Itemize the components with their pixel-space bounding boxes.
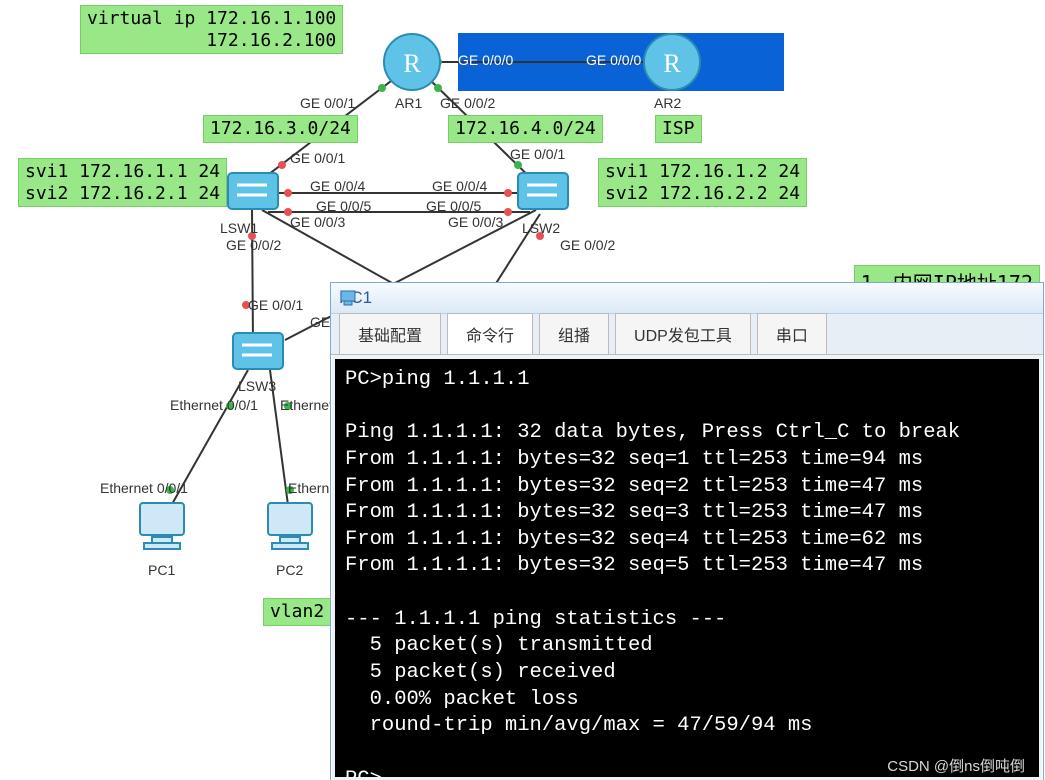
note-svi-right: svi1 172.16.1.2 24 svi2 172.16.2.2 24 xyxy=(598,158,807,207)
pc1-label: PC1 xyxy=(148,562,175,578)
note-virtual-ip: virtual ip 172.16.1.100 172.16.2.100 xyxy=(80,5,343,54)
pc2-label: PC2 xyxy=(276,562,303,578)
port-ar2-e000: GE 0/0/0 xyxy=(586,52,641,68)
port-lsw2-up: GE 0/0/1 xyxy=(510,146,565,162)
router-ar2-label: AR2 xyxy=(654,95,681,111)
pc1-terminal[interactable]: PC>ping 1.1.1.1 Ping 1.1.1.1: 32 data by… xyxy=(335,359,1039,777)
port-ar1-e000: GE 0/0/0 xyxy=(458,52,513,68)
app-icon xyxy=(339,289,357,307)
pc1-window[interactable]: PC1 基础配置 命令行 组播 UDP发包工具 串口 PC>ping 1.1.1… xyxy=(330,282,1044,780)
switch-lsw2-icon[interactable] xyxy=(515,170,571,216)
svg-text:R: R xyxy=(403,49,421,78)
port-lsw2-ge5: GE 0/0/5 xyxy=(426,198,481,214)
router-ar2-icon[interactable]: R xyxy=(640,30,704,94)
switch-lsw2-label: LSW2 xyxy=(522,220,560,236)
note-net-3: 172.16.3.0/24 xyxy=(203,115,358,143)
tab-basic[interactable]: 基础配置 xyxy=(339,313,441,354)
topology-canvas: virtual ip 172.16.1.100 172.16.2.100 172… xyxy=(0,0,1045,780)
note-net-4: 172.16.4.0/24 xyxy=(448,115,603,143)
port-lsw1-up: GE 0/0/1 xyxy=(290,150,345,166)
port-pc2-e: Ethern xyxy=(288,480,329,496)
switch-lsw1-icon[interactable] xyxy=(225,170,281,216)
switch-lsw3-label: LSW3 xyxy=(238,378,276,394)
port-lsw3-ge1: GE 0/0/1 xyxy=(248,297,303,313)
tab-serial[interactable]: 串口 xyxy=(757,313,827,354)
port-lsw1-ge3: GE 0/0/3 xyxy=(290,214,345,230)
port-lsw3-ge2: GE xyxy=(310,314,330,330)
tab-udp[interactable]: UDP发包工具 xyxy=(615,313,751,354)
switch-lsw3-icon[interactable] xyxy=(230,330,286,376)
port-ar1-left: GE 0/0/1 xyxy=(300,95,355,111)
note-vlan2: vlan2 xyxy=(263,598,331,626)
port-lsw2-ge3: GE 0/0/3 xyxy=(448,214,503,230)
note-svi-left: svi1 172.16.1.1 24 svi2 172.16.2.1 24 xyxy=(18,158,227,207)
pc2-icon[interactable] xyxy=(258,495,322,559)
router-ar1-label: AR1 xyxy=(395,95,422,111)
tab-multicast[interactable]: 组播 xyxy=(539,313,609,354)
switch-lsw1-label: LSW1 xyxy=(220,220,258,236)
port-lsw2-ge2: GE 0/0/2 xyxy=(560,237,615,253)
pc1-titlebar[interactable]: PC1 xyxy=(331,283,1043,314)
port-lsw3-e2: Ethernet xyxy=(280,397,333,413)
tab-cli[interactable]: 命令行 xyxy=(447,313,533,354)
port-lsw1-ge5: GE 0/0/5 xyxy=(316,198,371,214)
port-lsw1-ge2: GE 0/0/2 xyxy=(226,237,281,253)
svg-text:R: R xyxy=(663,49,681,78)
port-lsw1-ge4: GE 0/0/4 xyxy=(310,178,365,194)
router-ar1-icon[interactable]: R xyxy=(380,30,444,94)
port-lsw3-e1: Ethernet 0/0/1 xyxy=(170,397,258,413)
port-lsw2-ge4: GE 0/0/4 xyxy=(432,178,487,194)
port-ar1-right: GE 0/0/2 xyxy=(440,95,495,111)
port-pc1-e: Ethernet 0/0/1 xyxy=(100,480,188,496)
note-isp: ISP xyxy=(655,115,702,143)
pc1-tabs: 基础配置 命令行 组播 UDP发包工具 串口 xyxy=(331,314,1043,355)
pc1-icon[interactable] xyxy=(130,495,194,559)
